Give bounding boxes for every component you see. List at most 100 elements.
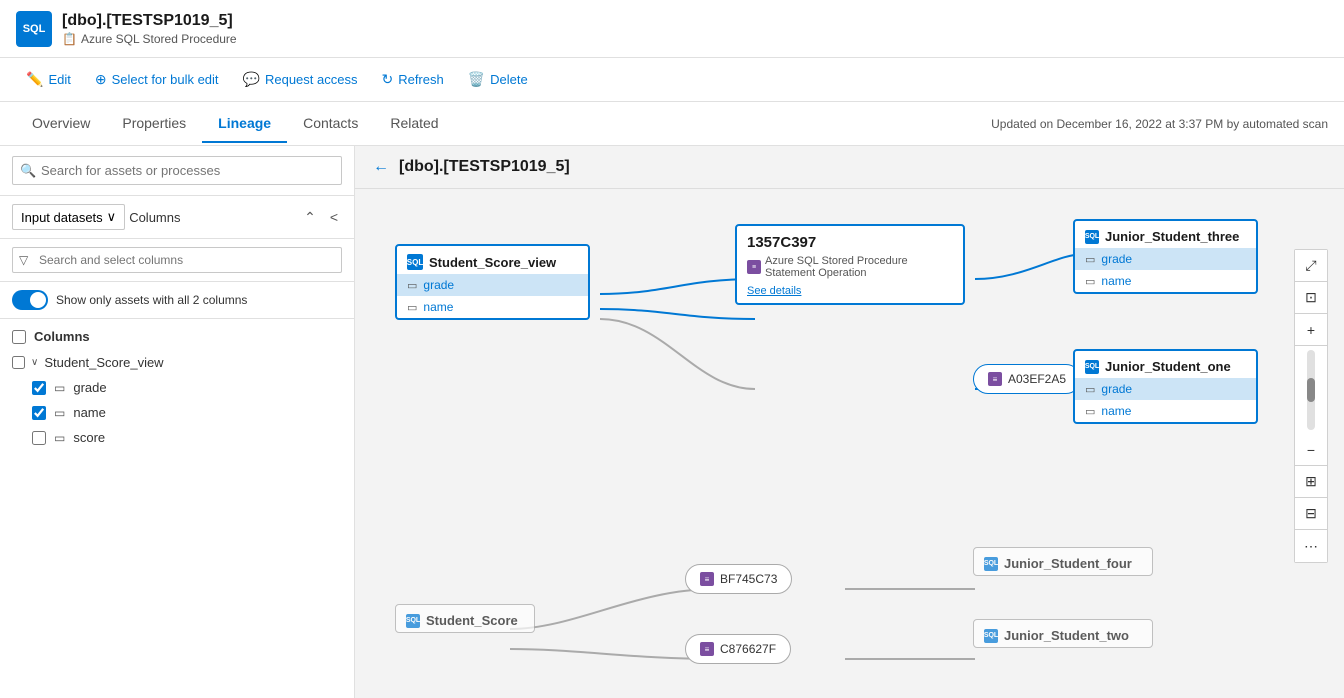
delete-button[interactable]: 🗑️ Delete [458, 66, 538, 93]
ellipse-label: C876627F [720, 642, 776, 656]
layout-button[interactable]: ⊞ [1295, 466, 1327, 498]
name-column-label: name [73, 405, 106, 420]
grade-column-icon: ▭ [54, 381, 65, 395]
proc-icon: ≡ [747, 260, 761, 274]
edit-icon: ✏️ [26, 71, 43, 88]
panel-header: Input datasets ∨ Columns ⌃ < [0, 196, 354, 239]
node-c876627f[interactable]: ≡ C876627F [685, 634, 791, 664]
score-column-icon: ▭ [54, 431, 65, 445]
node-junior-student-four[interactable]: SQL Junior_Student_four [973, 547, 1153, 576]
grade-column-label: grade [73, 380, 106, 395]
field-icon: ▭ [1085, 253, 1095, 266]
left-panel: 🔍 Input datasets ∨ Columns ⌃ < ▽ [0, 146, 355, 698]
node-title: SQL Junior_Student_one [1075, 351, 1256, 378]
score-column-label: score [73, 430, 105, 445]
tab-related[interactable]: Related [374, 105, 454, 143]
bulk-edit-label: Select for bulk edit [112, 72, 219, 87]
canvas-area: SQL Student_Score_view ▭ grade ▭ name 13… [355, 189, 1344, 697]
columns-header-row: Columns [0, 323, 354, 350]
node-field: ▭ grade [397, 274, 588, 296]
node-junior-student-three[interactable]: SQL Junior_Student_three ▭ grade ▭ name [1073, 219, 1258, 294]
more-button[interactable]: ⋯ [1295, 530, 1327, 562]
expand-panel-button[interactable]: ⌃ [300, 207, 320, 228]
field-icon: ▭ [407, 301, 417, 314]
header-subtitle: 📋 Azure SQL Stored Procedure [62, 32, 237, 46]
zoom-out-button[interactable]: − [1295, 434, 1327, 466]
delete-label: Delete [490, 72, 528, 87]
subtitle-icon: 📋 [62, 32, 77, 46]
search-cols-wrap: ▽ [12, 247, 342, 273]
field-icon: ▭ [1085, 383, 1095, 396]
node-1357c397[interactable]: 1357C397 ≡ Azure SQL Stored Procedure St… [735, 224, 965, 305]
search-assets-input[interactable] [12, 156, 342, 185]
ellipse-label: BF745C73 [720, 572, 777, 586]
see-details-link[interactable]: See details [737, 283, 963, 303]
updated-info: Updated on December 16, 2022 at 3:37 PM … [991, 117, 1328, 131]
node-junior-student-one[interactable]: SQL Junior_Student_one ▭ grade ▭ name [1073, 349, 1258, 424]
column-group-header[interactable]: ∨ Student_Score_view [0, 350, 354, 375]
node-student-score-view[interactable]: SQL Student_Score_view ▭ grade ▭ name [395, 244, 590, 320]
zoom-scrollbar[interactable] [1307, 350, 1315, 430]
node-subtitle: ≡ Azure SQL Stored Procedure Statement O… [737, 255, 963, 283]
edit-button[interactable]: ✏️ Edit [16, 66, 81, 93]
field-text: name [1101, 404, 1131, 418]
tab-contacts[interactable]: Contacts [287, 105, 374, 143]
expand-button[interactable]: ⤢ [1295, 250, 1327, 282]
collapse-button[interactable]: ⊟ [1295, 498, 1327, 530]
group-checkbox[interactable] [12, 356, 25, 369]
panel-header-right: ⌃ < [300, 207, 342, 228]
back-button[interactable]: ← [371, 156, 391, 178]
toolbar: ✏️ Edit ⊕ Select for bulk edit 💬 Request… [0, 58, 1344, 102]
columns-list: Columns ∨ Student_Score_view ▭ grade ▭ [0, 319, 354, 698]
grade-checkbox[interactable] [32, 381, 46, 395]
search-columns-input[interactable] [12, 247, 342, 273]
node-db-icon: SQL [984, 557, 998, 571]
node-title: SQL Junior_Student_two [974, 620, 1152, 647]
ellipse-icon: ≡ [700, 572, 714, 586]
tab-lineage[interactable]: Lineage [202, 105, 287, 143]
columns-header-label: Columns [34, 329, 90, 344]
field-text: grade [423, 278, 454, 292]
node-title: SQL Student_Score [396, 605, 534, 632]
name-checkbox[interactable] [32, 406, 46, 420]
ellipse-icon: ≡ [988, 372, 1002, 386]
tabs-list: Overview Properties Lineage Contacts Rel… [16, 105, 455, 143]
tab-properties[interactable]: Properties [106, 105, 202, 143]
node-field: ▭ name [1075, 270, 1256, 292]
field-text: grade [1101, 252, 1132, 266]
node-student-score[interactable]: SQL Student_Score [395, 604, 535, 633]
field-text: name [1101, 274, 1131, 288]
search-columns-section: ▽ [0, 239, 354, 282]
list-item: ▭ score [0, 425, 354, 450]
tab-overview[interactable]: Overview [16, 105, 106, 143]
node-db-icon: SQL [1085, 360, 1099, 374]
node-title: SQL Junior_Student_three [1075, 221, 1256, 248]
bulk-edit-button[interactable]: ⊕ Select for bulk edit [85, 66, 229, 93]
name-column-icon: ▭ [54, 406, 65, 420]
app-icon: SQL [16, 11, 52, 47]
request-access-button[interactable]: 💬 Request access [233, 66, 368, 93]
node-bf745c73[interactable]: ≡ BF745C73 [685, 564, 792, 594]
subtitle-text: Azure SQL Stored Procedure [81, 32, 237, 46]
field-icon: ▭ [1085, 275, 1095, 288]
header: SQL [dbo].[TESTSP1019_5] 📋 Azure SQL Sto… [0, 0, 1344, 58]
search-assets-wrap: 🔍 [12, 156, 342, 185]
dataset-dropdown[interactable]: Input datasets ∨ [12, 204, 125, 230]
columns-select-all-checkbox[interactable] [12, 330, 26, 344]
node-field: ▭ grade [1075, 378, 1256, 400]
zoom-in-button[interactable]: + [1295, 314, 1327, 346]
panel-header-left: Input datasets ∨ Columns [12, 204, 180, 230]
node-field: ▭ grade [1075, 248, 1256, 270]
node-a03ef2a5[interactable]: ≡ A03EF2A5 [973, 364, 1081, 394]
node-db-icon: SQL [984, 629, 998, 643]
refresh-button[interactable]: ↻ Refresh [371, 66, 453, 93]
filter-icon: ▽ [19, 253, 28, 267]
score-checkbox[interactable] [32, 431, 46, 445]
fit-button[interactable]: ⊡ [1295, 282, 1327, 314]
show-assets-toggle[interactable] [12, 290, 48, 310]
toggle-label: Show only assets with all 2 columns [56, 293, 247, 307]
edit-label: Edit [48, 72, 70, 87]
node-junior-student-two[interactable]: SQL Junior_Student_two [973, 619, 1153, 648]
node-db-icon: SQL [406, 614, 420, 628]
collapse-panel-button[interactable]: < [326, 207, 342, 228]
